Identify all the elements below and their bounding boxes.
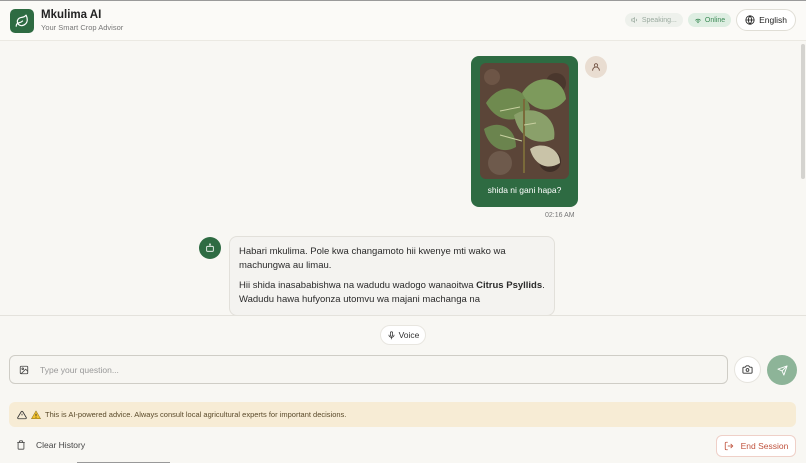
- language-label: English: [759, 15, 787, 25]
- send-button[interactable]: [767, 355, 797, 385]
- uploaded-leaf-photo[interactable]: [480, 63, 569, 179]
- header: Mkulima AI Your Smart Crop Advisor Speak…: [0, 1, 806, 41]
- message-timestamp: 02:16 AM: [545, 212, 575, 219]
- online-label: Online: [704, 16, 726, 24]
- clear-history-label: Clear History: [36, 440, 86, 450]
- user-message-text: shida ni gani hapa?: [487, 185, 562, 195]
- send-icon: [776, 364, 788, 376]
- bot-paragraph-2: Hii shida inasababishwa na wadudu wadogo…: [239, 279, 545, 307]
- speaking-label: Speaking...: [641, 16, 677, 24]
- voice-label: Voice: [398, 330, 420, 340]
- header-status-group: Speaking... Online English: [624, 9, 796, 31]
- user-icon: [592, 63, 600, 71]
- clear-history-button[interactable]: Clear History: [16, 437, 85, 453]
- user-avatar: [585, 56, 607, 78]
- language-button[interactable]: English: [736, 9, 796, 31]
- user-message-bubble: shida ni gani hapa?: [471, 56, 578, 207]
- leaf-logo-icon: [10, 8, 34, 33]
- bot-paragraph-2-prefix: Hii shida inasababishwa na wadudu wadogo…: [239, 280, 477, 291]
- question-input[interactable]: [38, 364, 698, 375]
- trash-icon: [17, 440, 25, 450]
- speaker-icon: [631, 16, 637, 24]
- speaking-badge: Speaking...: [624, 13, 683, 27]
- composer-panel: Voice This is AI-powered advice. Always …: [0, 315, 806, 463]
- bot-paragraph-1: Habari mkulima. Pole kwa changamoto hii …: [239, 246, 506, 271]
- app-subtitle: Your Smart Crop Advisor: [41, 22, 124, 32]
- ai-advice-notice: This is AI-powered advice. Always consul…: [9, 402, 796, 427]
- bot-icon: [206, 243, 214, 252]
- warning-outline-icon: [17, 410, 27, 419]
- bot-paragraph-2-bold: Citrus Psyllids: [476, 280, 543, 291]
- brand: Mkulima AI Your Smart Crop Advisor: [41, 9, 123, 33]
- end-session-label: End Session: [740, 441, 789, 451]
- chat-area[interactable]: shida ni gani hapa? 02:16 AM Habari mkul…: [0, 42, 806, 315]
- question-input-box[interactable]: [9, 355, 728, 384]
- app-window: Mkulima AI Your Smart Crop Advisor Speak…: [0, 0, 806, 463]
- voice-button[interactable]: Voice: [380, 325, 426, 345]
- warning-emoji-icon: [31, 409, 41, 419]
- notice-text: This is AI-powered advice. Always consul…: [45, 410, 347, 419]
- bot-avatar: [199, 237, 221, 259]
- bot-message-bubble: Habari mkulima. Pole kwa changamoto hii …: [229, 236, 555, 315]
- camera-icon: [742, 365, 753, 374]
- wifi-icon: [695, 18, 701, 24]
- app-title: Mkulima AI: [41, 8, 102, 21]
- end-session-button[interactable]: End Session: [716, 435, 796, 457]
- logout-icon: [724, 441, 733, 451]
- camera-button[interactable]: [734, 356, 761, 383]
- chat-scrollbar[interactable]: [801, 44, 805, 179]
- online-badge: Online: [687, 13, 732, 27]
- globe-icon: [745, 15, 755, 25]
- image-upload-icon[interactable]: [10, 365, 38, 375]
- microphone-icon: [388, 330, 395, 339]
